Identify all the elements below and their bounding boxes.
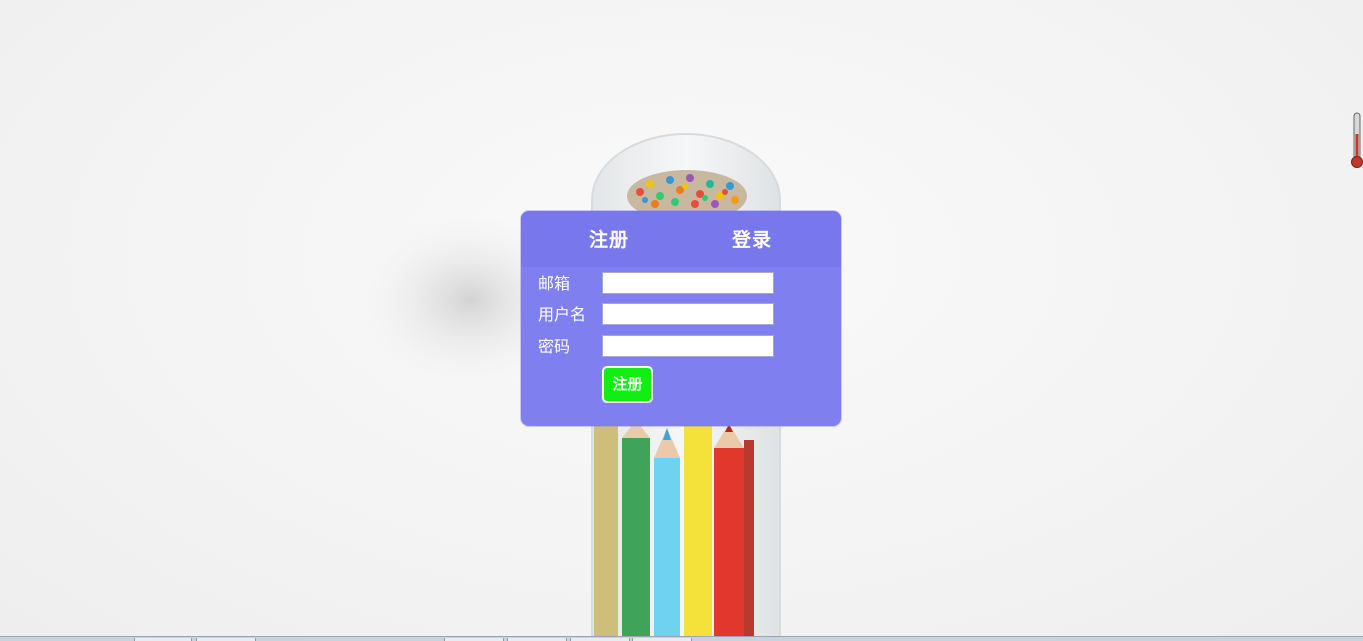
register-submit-button[interactable]: 注册 bbox=[602, 366, 653, 403]
username-row: 用户名 bbox=[521, 303, 841, 327]
register-card: 注册 登录 邮箱 用户名 密码 注册 bbox=[521, 211, 841, 426]
tab-login[interactable]: 登录 bbox=[732, 228, 772, 252]
password-row: 密码 bbox=[521, 335, 841, 359]
tab-bar: 注册 登录 bbox=[521, 211, 841, 267]
thermometer-icon[interactable] bbox=[1351, 112, 1363, 170]
page: 注册 登录 邮箱 用户名 密码 注册 bbox=[0, 0, 1363, 641]
tab-register[interactable]: 注册 bbox=[589, 228, 629, 252]
password-field[interactable] bbox=[602, 335, 774, 357]
email-field[interactable] bbox=[602, 272, 774, 294]
email-row: 邮箱 bbox=[521, 272, 841, 296]
password-label: 密码 bbox=[538, 337, 571, 356]
email-label: 邮箱 bbox=[538, 274, 571, 293]
username-label: 用户名 bbox=[538, 305, 587, 324]
taskbar bbox=[0, 636, 1363, 641]
username-field[interactable] bbox=[602, 303, 774, 325]
